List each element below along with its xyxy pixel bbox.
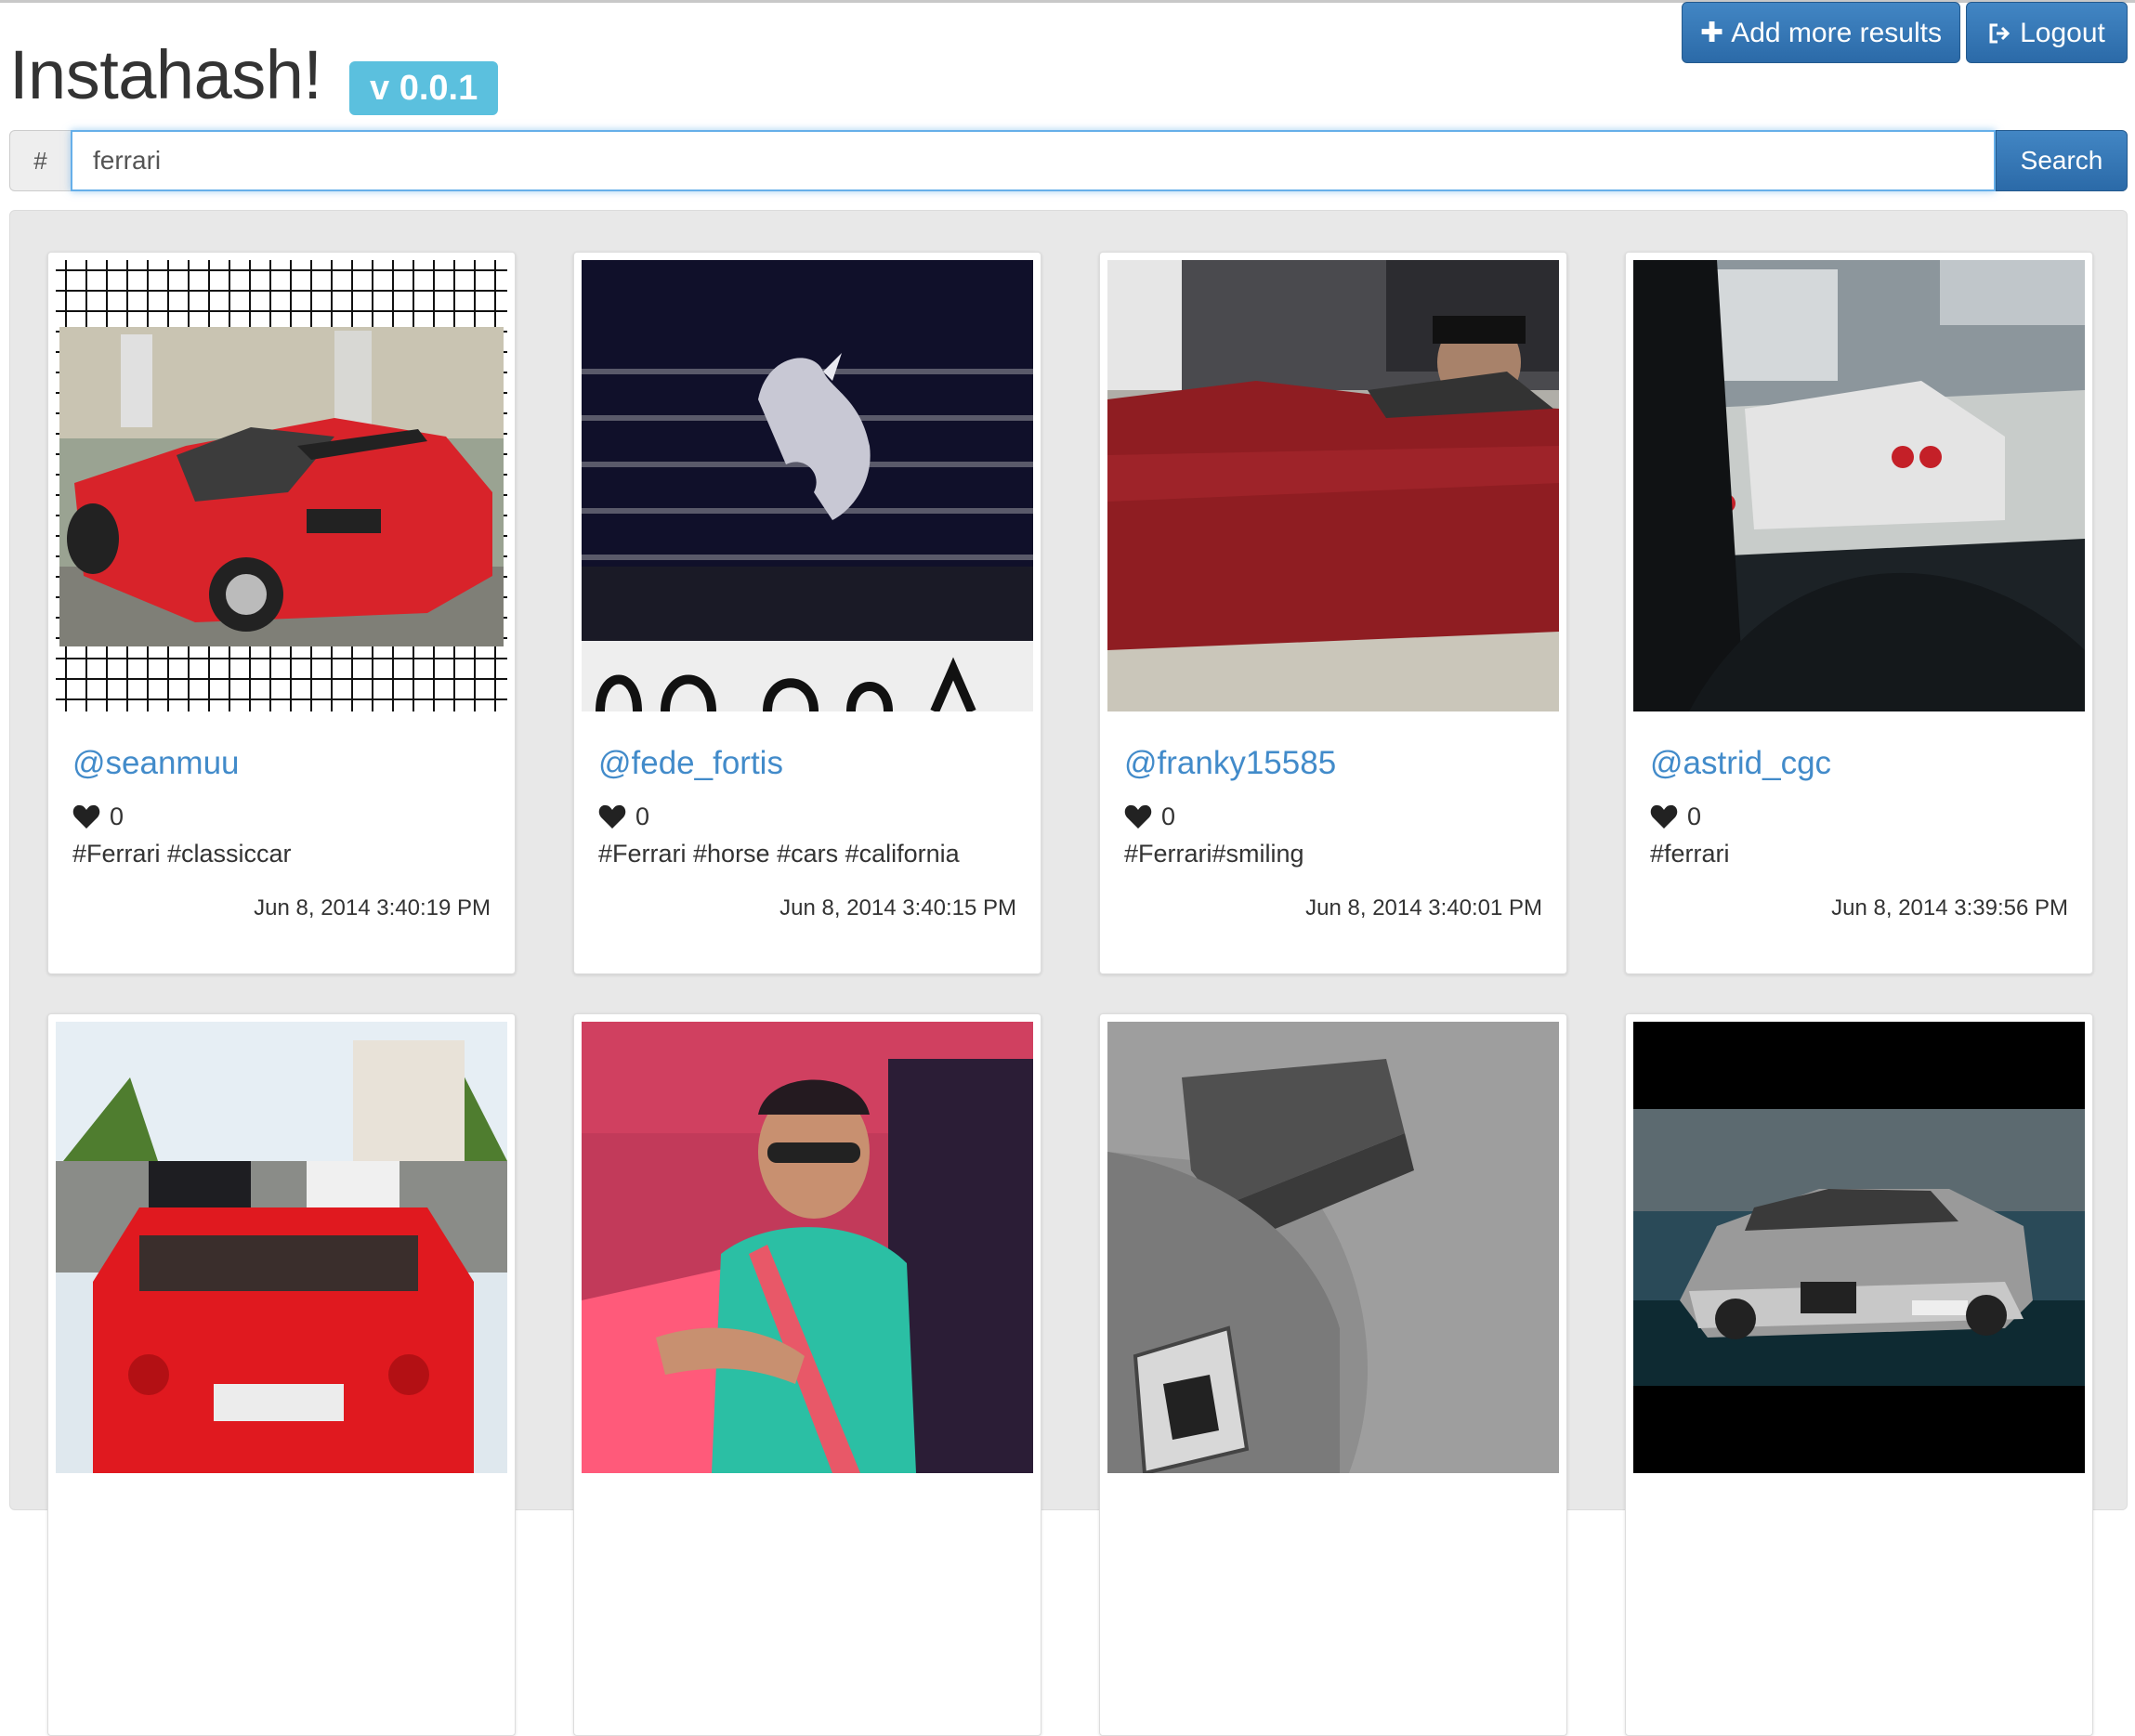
post-likes-count: 0 (110, 803, 124, 830)
post-card (1625, 1013, 2093, 1736)
add-more-results-button[interactable]: ✚ Add more results (1682, 2, 1960, 63)
post-username[interactable]: @franky15585 (1124, 745, 1336, 782)
post-photo[interactable] (56, 260, 507, 711)
add-more-results-label: Add more results (1731, 18, 1942, 48)
post-hashtags: #Ferrari#smiling (1124, 840, 1304, 868)
heart-icon (72, 804, 100, 829)
search-button[interactable]: Search (1996, 130, 2128, 191)
post-username[interactable]: @fede_fortis (598, 745, 783, 782)
post-likes: 0 (72, 803, 124, 831)
post-card (47, 1013, 516, 1736)
heart-icon (1124, 804, 1152, 829)
post-card: @franky15585 0 #Ferrari#smiling Jun 8, 2… (1099, 252, 1567, 974)
post-card (573, 1013, 1041, 1736)
post-photo[interactable] (582, 1022, 1033, 1473)
post-photo[interactable] (582, 260, 1033, 711)
post-photo[interactable] (56, 1022, 507, 1473)
post-likes-count: 0 (1161, 803, 1176, 830)
post-photo[interactable] (1633, 1022, 2085, 1473)
post-photo[interactable] (1633, 260, 2085, 711)
post-timestamp: Jun 8, 2014 3:39:56 PM (1831, 895, 2068, 920)
post-timestamp: Jun 8, 2014 3:40:01 PM (1305, 895, 1542, 920)
post-likes-count: 0 (635, 803, 650, 830)
post-likes: 0 (1124, 803, 1175, 831)
post-username[interactable]: @astrid_cgc (1650, 745, 1831, 782)
post-likes: 0 (598, 803, 649, 831)
post-hashtags: #Ferrari #classiccar (72, 840, 292, 868)
version-badge: v 0.0.1 (349, 61, 499, 115)
post-photo[interactable] (1107, 1022, 1559, 1473)
post-photo[interactable] (1107, 260, 1559, 711)
post-likes-count: 0 (1687, 803, 1702, 830)
heart-icon (1650, 804, 1678, 829)
hashtag-search-input[interactable] (71, 130, 1996, 191)
post-timestamp: Jun 8, 2014 3:40:15 PM (779, 895, 1016, 920)
heart-icon (598, 804, 626, 829)
post-card: @seanmuu 0 #Ferrari #classiccar Jun 8, 2… (47, 252, 516, 974)
post-hashtags: #Ferrari #horse #cars #california (598, 840, 960, 868)
hashtag-prefix: # (9, 130, 71, 191)
post-card: @fede_fortis 0 #Ferrari #horse #cars #ca… (573, 252, 1041, 974)
post-likes: 0 (1650, 803, 1701, 831)
results-grid: @seanmuu 0 #Ferrari #classiccar Jun 8, 2… (9, 210, 2128, 1736)
logout-button[interactable]: Logout (1966, 2, 2128, 63)
post-timestamp: Jun 8, 2014 3:40:19 PM (254, 895, 491, 920)
post-hashtags: #ferrari (1650, 840, 1730, 868)
logout-label: Logout (2020, 18, 2105, 48)
post-username[interactable]: @seanmuu (72, 745, 240, 782)
app-title: Instahash! (9, 36, 322, 113)
post-card: @astrid_cgc 0 #ferrari Jun 8, 2014 3:39:… (1625, 252, 2093, 974)
sign-out-icon (1988, 3, 2012, 64)
plus-icon: ✚ (1700, 18, 1724, 48)
post-card (1099, 1013, 1567, 1736)
